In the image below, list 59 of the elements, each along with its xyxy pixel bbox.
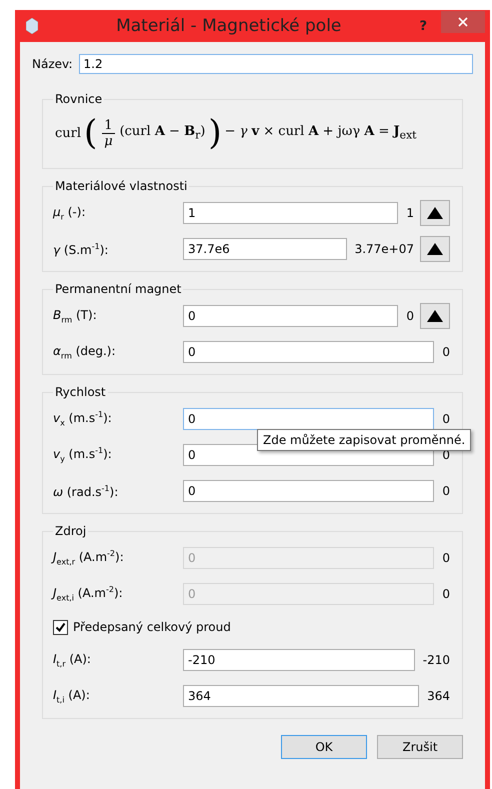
help-button[interactable]: ? bbox=[419, 18, 427, 34]
value-field[interactable]: 364 bbox=[183, 685, 420, 707]
dialog-button[interactable]: OK bbox=[281, 735, 367, 759]
value-field[interactable]: 0 bbox=[183, 480, 434, 502]
value-reading: 364 bbox=[427, 689, 450, 703]
value-field[interactable]: 0 bbox=[183, 305, 398, 327]
group-title: Rovnice bbox=[54, 92, 104, 106]
field-label: α$_{rm}$ (deg.): bbox=[53, 344, 117, 360]
value-field[interactable]: 0 bbox=[183, 408, 434, 430]
triangle-icon bbox=[427, 243, 443, 255]
dialog-button[interactable]: Zrušit bbox=[377, 735, 463, 759]
group-title: Rychlost bbox=[54, 385, 107, 399]
value-reading: 0 bbox=[442, 484, 450, 498]
group-title: Materiálové vlastnosti bbox=[54, 179, 188, 193]
up-button[interactable] bbox=[420, 303, 450, 329]
field-label: I$_{t,r}$ (A): bbox=[53, 652, 92, 668]
field-label: B$_{rm}$ (T): bbox=[53, 308, 98, 324]
value-reading: 0 bbox=[442, 412, 450, 426]
triangle-icon bbox=[427, 207, 443, 219]
up-button[interactable] bbox=[420, 200, 450, 226]
field-label: γ (S.m$^{-1}$): bbox=[53, 242, 110, 256]
group-title: Permanentní magnet bbox=[54, 282, 182, 296]
field-label: J$_{ext,i}$ (A.m$^{-2}$): bbox=[53, 585, 124, 603]
equation-text: ) bbox=[208, 116, 222, 150]
value-field[interactable]: 37.7e6 bbox=[183, 238, 347, 260]
value-reading: -210 bbox=[422, 653, 450, 667]
field-label: μ$_{r}$ (-): bbox=[53, 204, 86, 222]
checkbox[interactable] bbox=[53, 620, 68, 634]
field-label: I$_{t,i}$ (A): bbox=[53, 688, 91, 704]
group-title: Zdroj bbox=[54, 524, 88, 538]
field-label: ω (rad.s$^{-1}$): bbox=[53, 484, 120, 498]
equation-text: − γ v × curl A + jωγ A = J$_{ext}$ bbox=[224, 124, 417, 142]
value-reading: 3.77e+07 bbox=[354, 242, 414, 256]
equation-text: curl bbox=[55, 126, 82, 140]
value-field[interactable]: 0 bbox=[183, 341, 434, 363]
close-icon bbox=[458, 17, 468, 27]
field-label: v$_{y}$ (m.s$^{-1}$): bbox=[53, 446, 113, 464]
window-title: Materiál - Magnetické pole bbox=[115, 16, 342, 36]
equation-text: (curl A − B$_{r}$) bbox=[120, 124, 206, 142]
equation-text: ( bbox=[84, 116, 98, 150]
name-label: Název: bbox=[32, 57, 72, 71]
equation-text: 1 bbox=[102, 118, 115, 134]
field-label: J$_{ext,r}$ (A.m$^{-2}$): bbox=[53, 549, 125, 567]
value-field[interactable]: 1 bbox=[183, 202, 398, 224]
triangle-icon bbox=[427, 310, 443, 322]
equation-text: μ bbox=[104, 134, 113, 148]
tooltip: Zde můžete zapisovat proměnné. bbox=[257, 429, 472, 451]
value-reading: 1 bbox=[406, 206, 414, 220]
up-button[interactable] bbox=[420, 236, 450, 262]
value-reading: 0 bbox=[406, 309, 414, 323]
value-reading: 0 bbox=[442, 587, 450, 601]
value-field[interactable]: -210 bbox=[183, 649, 415, 671]
crystal-icon bbox=[26, 18, 38, 34]
value-reading: 0 bbox=[442, 345, 450, 359]
checkbox-label: Předepsaný celkový proud bbox=[73, 620, 231, 634]
field-label: v$_{x}$ (m.s$^{-1}$): bbox=[53, 410, 113, 428]
close-button[interactable] bbox=[441, 11, 485, 33]
name-field[interactable]: 1.2 bbox=[78, 54, 473, 74]
value-reading: 0 bbox=[442, 551, 450, 565]
